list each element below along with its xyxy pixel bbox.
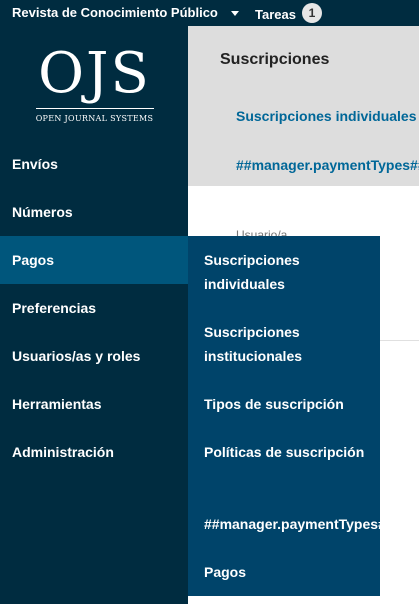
tab-payment-types[interactable]: ##manager.paymentTypes## — [236, 157, 419, 173]
submenu-item-suscripciones-individuales[interactable]: Suscripciones individuales — [204, 248, 376, 296]
sidebar-item-administracion[interactable]: Administración — [0, 428, 188, 476]
tasks-button[interactable]: Tareas 1 — [255, 3, 322, 23]
tasks-count-badge: 1 — [301, 3, 322, 23]
tab-suscripciones-individuales[interactable]: Suscripciones individuales — [236, 108, 417, 124]
sidebar-nav: Envíos Números Pagos Preferencias Usuari… — [0, 140, 188, 476]
journal-switcher[interactable]: Revista de Conocimiento Público — [12, 5, 239, 20]
sidebar-item-envios[interactable]: Envíos — [0, 140, 188, 188]
logo-wordmark: OJS — [38, 41, 151, 106]
page-title: Suscripciones — [220, 51, 330, 68]
sidebar-item-usuarios-roles[interactable]: Usuarios/as y roles — [0, 332, 188, 380]
top-bar: Revista de Conocimiento Público Tareas 1 — [0, 0, 419, 26]
pagos-submenu: Suscripciones individuales Suscripciones… — [188, 236, 384, 596]
submenu-item-suscripciones-institucionales[interactable]: Suscripciones institucionales — [204, 320, 376, 368]
sidebar: OJS OPEN JOURNAL SYSTEMS Envíos Números … — [0, 26, 188, 604]
submenu-item-payment-types[interactable]: ##manager.paymentTypes## — [204, 512, 384, 536]
logo-subtitle: OPEN JOURNAL SYSTEMS — [35, 114, 154, 123]
sidebar-item-herramientas[interactable]: Herramientas — [0, 380, 188, 428]
sidebar-item-pagos[interactable]: Pagos — [0, 236, 188, 284]
submenu-item-tipos-suscripcion[interactable]: Tipos de suscripción — [204, 392, 376, 416]
submenu-item-pagos[interactable]: Pagos — [204, 560, 376, 584]
chevron-down-icon — [230, 10, 239, 16]
sidebar-item-numeros[interactable]: Números — [0, 188, 188, 236]
ojs-logo[interactable]: OJS OPEN JOURNAL SYSTEMS — [32, 44, 157, 134]
sidebar-item-preferencias[interactable]: Preferencias — [0, 284, 188, 332]
page-header: Suscripciones Suscripciones individuales… — [188, 26, 419, 186]
submenu-item-politicas-suscripcion[interactable]: Políticas de suscripción — [204, 440, 376, 464]
logo-divider — [35, 108, 154, 109]
journal-name: Revista de Conocimiento Público — [12, 5, 218, 20]
tasks-label: Tareas — [255, 6, 296, 22]
